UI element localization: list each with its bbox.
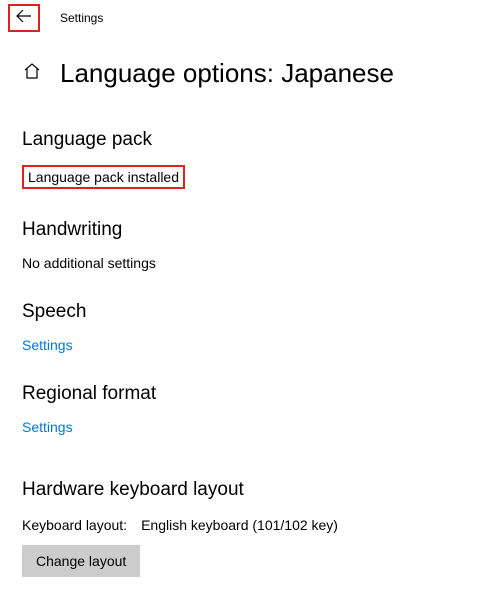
back-button[interactable] [8, 4, 40, 32]
home-button[interactable] [22, 64, 42, 84]
home-icon [23, 62, 41, 85]
topbar: Settings [0, 0, 500, 36]
hardware-keyboard-heading: Hardware keyboard layout [22, 479, 478, 501]
keyboard-layout-label: Keyboard layout: [22, 517, 127, 533]
speech-heading: Speech [22, 301, 478, 323]
page-title: Language options: Japanese [60, 58, 394, 89]
regional-format-heading: Regional format [22, 383, 478, 405]
speech-settings-link[interactable]: Settings [22, 337, 478, 353]
keyboard-layout-value: English keyboard (101/102 key) [141, 517, 338, 533]
page-header: Language options: Japanese [0, 36, 500, 95]
handwriting-heading: Handwriting [22, 219, 478, 241]
language-pack-status: Language pack installed [22, 165, 185, 189]
regional-settings-link[interactable]: Settings [22, 419, 478, 435]
content: Language pack Language pack installed Ha… [0, 129, 500, 577]
change-layout-button[interactable]: Change layout [22, 545, 140, 577]
language-pack-heading: Language pack [22, 129, 478, 151]
arrow-left-icon [16, 8, 32, 29]
keyboard-layout-row: Keyboard layout: English keyboard (101/1… [22, 517, 478, 533]
handwriting-status: No additional settings [22, 255, 478, 271]
app-title: Settings [60, 11, 103, 25]
